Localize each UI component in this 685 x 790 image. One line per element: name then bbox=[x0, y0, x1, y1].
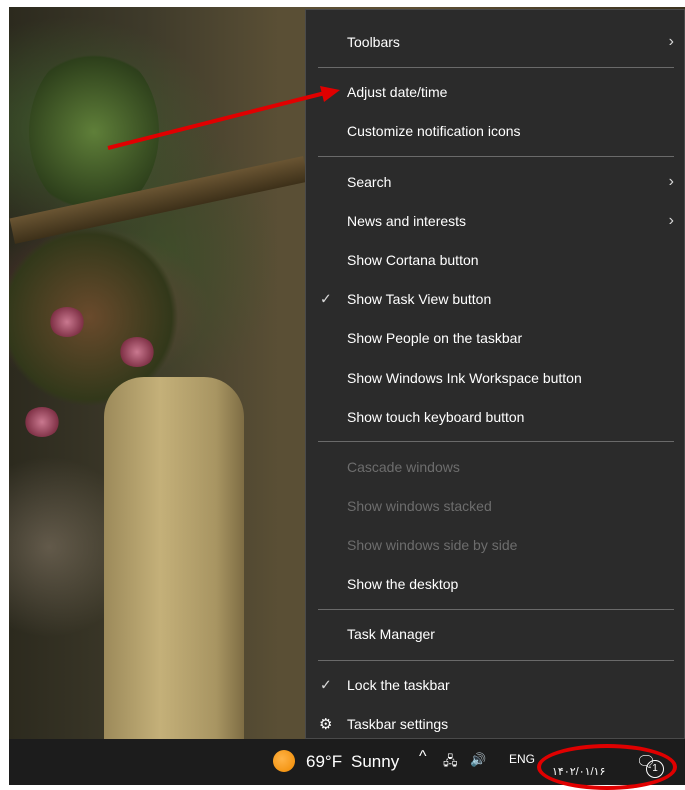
wallpaper-flower bbox=[119, 337, 155, 367]
menu-item-show-people[interactable]: Show People on the taskbar bbox=[306, 320, 684, 356]
annotation-arrow bbox=[107, 86, 340, 150]
menu-item-label: Adjust date/time bbox=[347, 84, 448, 100]
menu-item-label: Show touch keyboard button bbox=[347, 409, 525, 425]
menu-item-lock-the-taskbar[interactable]: ✓ Lock the taskbar bbox=[306, 667, 684, 703]
menu-item-show-windows-stacked: Show windows stacked bbox=[306, 488, 684, 524]
menu-item-show-the-desktop[interactable]: Show the desktop bbox=[306, 566, 684, 602]
menu-item-label: Taskbar settings bbox=[347, 716, 449, 732]
menu-separator bbox=[318, 609, 674, 610]
menu-separator bbox=[318, 660, 674, 661]
chevron-right-icon: › bbox=[668, 173, 674, 190]
wallpaper-pillar bbox=[104, 377, 244, 739]
menu-item-show-cortana-button[interactable]: Show Cortana button bbox=[306, 242, 684, 278]
menu-item-search[interactable]: Search › bbox=[306, 164, 684, 200]
menu-separator bbox=[318, 441, 674, 442]
menu-item-show-windows-ink[interactable]: Show Windows Ink Workspace button bbox=[306, 360, 684, 396]
weather-temperature[interactable]: 69°F bbox=[306, 752, 342, 772]
menu-item-label: Customize notification icons bbox=[347, 123, 521, 139]
network-icon[interactable]: 🖧 bbox=[443, 752, 458, 774]
menu-item-task-manager[interactable]: Task Manager bbox=[306, 616, 684, 652]
menu-item-label: News and interests bbox=[347, 213, 467, 229]
menu-item-adjust-date-time[interactable]: Adjust date/time bbox=[306, 74, 684, 110]
menu-item-label: Show Cortana button bbox=[347, 252, 479, 268]
menu-item-label: Show the desktop bbox=[347, 576, 459, 592]
language-indicator[interactable]: ENG bbox=[509, 752, 535, 766]
checkmark-icon: ✓ bbox=[320, 290, 332, 307]
wallpaper-flower bbox=[49, 307, 85, 337]
weather-condition[interactable]: Sunny bbox=[351, 752, 399, 772]
checkmark-icon: ✓ bbox=[320, 676, 332, 693]
annotation-arrow-head bbox=[320, 86, 340, 102]
menu-item-label: Toolbars bbox=[347, 34, 400, 50]
annotation-ellipse bbox=[537, 744, 677, 790]
menu-item-label: Show People on the taskbar bbox=[347, 330, 523, 346]
menu-item-cascade-windows: Cascade windows bbox=[306, 449, 684, 485]
menu-item-toolbars[interactable]: Toolbars › bbox=[306, 24, 684, 60]
menu-separator bbox=[318, 156, 674, 157]
menu-item-label: Show windows side by side bbox=[347, 537, 518, 553]
menu-item-show-touch-keyboard[interactable]: Show touch keyboard button bbox=[306, 399, 684, 435]
chevron-right-icon: › bbox=[668, 33, 674, 50]
wallpaper-flower bbox=[24, 407, 60, 437]
menu-item-show-windows-side-by-side: Show windows side by side bbox=[306, 527, 684, 563]
menu-item-label: Lock the taskbar bbox=[347, 677, 450, 693]
menu-separator bbox=[318, 67, 674, 68]
annotation-arrow-shaft bbox=[107, 91, 326, 150]
menu-item-label: Search bbox=[347, 174, 392, 190]
volume-icon[interactable]: 🔊 bbox=[470, 752, 486, 768]
menu-item-label: Show Windows Ink Workspace button bbox=[347, 370, 582, 386]
taskbar-context-menu: Toolbars › Adjust date/time Customize no… bbox=[305, 9, 685, 739]
menu-item-label: Cascade windows bbox=[347, 459, 460, 475]
show-hidden-icons-caret-icon[interactable]: ^ bbox=[419, 748, 427, 766]
menu-item-customize-notification-icons[interactable]: Customize notification icons bbox=[306, 113, 684, 149]
menu-item-label: Show windows stacked bbox=[347, 498, 492, 514]
menu-item-show-task-view-button[interactable]: ✓ Show Task View button bbox=[306, 281, 684, 317]
menu-item-label: Task Manager bbox=[347, 626, 435, 642]
menu-item-taskbar-settings[interactable]: ⚙ Taskbar settings bbox=[306, 706, 684, 742]
sun-icon[interactable] bbox=[273, 750, 295, 772]
chevron-right-icon: › bbox=[668, 212, 674, 229]
gear-icon: ⚙ bbox=[319, 716, 333, 733]
menu-item-label: Show Task View button bbox=[347, 291, 492, 307]
menu-item-news-and-interests[interactable]: News and interests › bbox=[306, 203, 684, 239]
